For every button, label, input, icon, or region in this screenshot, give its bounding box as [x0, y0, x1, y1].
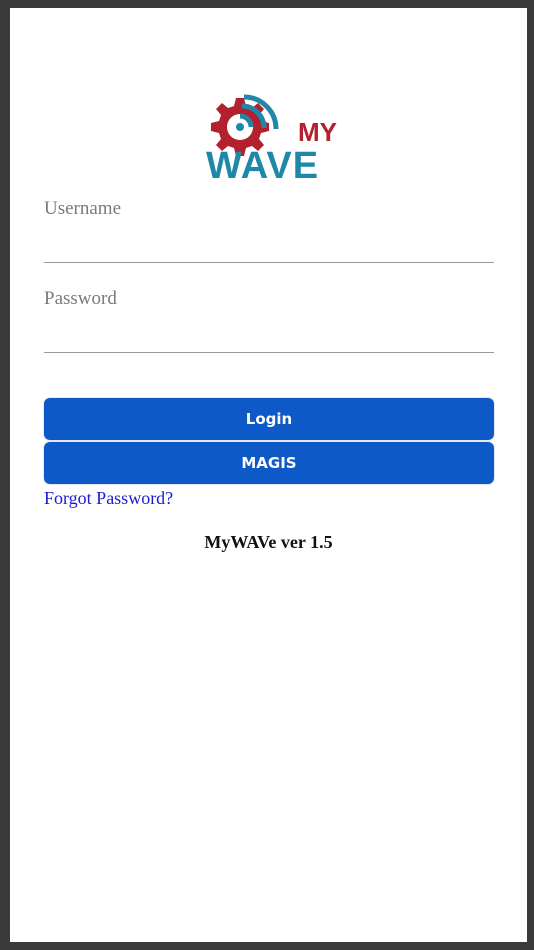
- logo-text-wave: WAVE: [206, 145, 319, 184]
- logo-text-my: MY: [298, 117, 337, 147]
- login-button[interactable]: Login: [44, 398, 494, 440]
- password-field[interactable]: [44, 322, 494, 353]
- magis-button[interactable]: MAGIS: [44, 442, 494, 484]
- version-text: MyWAVe ver 1.5: [204, 532, 333, 552]
- username-label: Username: [44, 198, 122, 219]
- password-label: Password: [44, 288, 117, 309]
- forgot-password-link[interactable]: Forgot Password?: [44, 488, 173, 509]
- login-screen: MY WAVE Username Password Login MAGIS Fo…: [10, 8, 527, 942]
- mywave-logo: MY WAVE: [196, 92, 348, 187]
- mywave-logo-graphic: MY WAVE: [206, 94, 337, 187]
- username-field[interactable]: [44, 232, 494, 263]
